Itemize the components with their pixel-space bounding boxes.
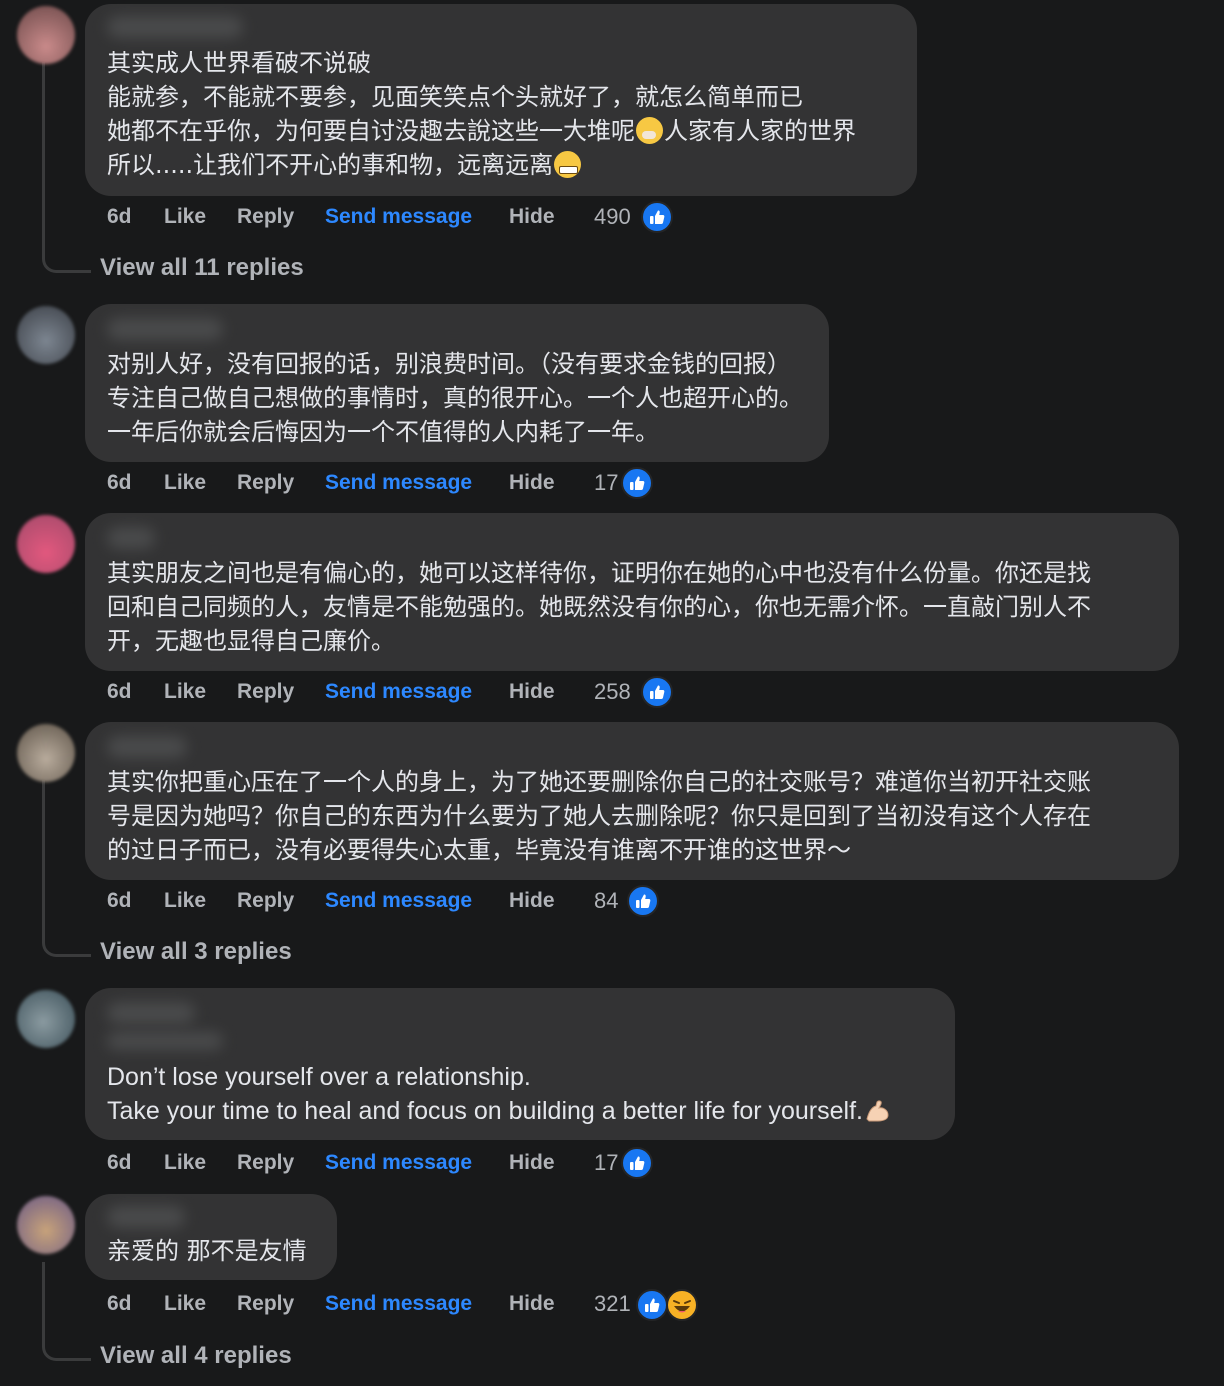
- comment-text: 所以.....让我们不开心的事和物，远离远离: [107, 148, 856, 182]
- like-reaction-icon[interactable]: [636, 1289, 668, 1321]
- reaction-count[interactable]: 490: [594, 204, 631, 230]
- hide-button[interactable]: Hide: [509, 889, 555, 913]
- avatar[interactable]: [17, 724, 75, 782]
- comment-text: 一年后你就会后悔因为一个不值得的人内耗了一年。: [107, 418, 659, 446]
- reaction-count[interactable]: 84: [594, 888, 618, 914]
- hide-button[interactable]: Hide: [509, 471, 555, 495]
- hide-button[interactable]: Hide: [509, 205, 555, 229]
- reaction-count[interactable]: 258: [594, 679, 631, 705]
- reply-thread-line: [42, 62, 91, 273]
- like-reaction-icon[interactable]: [627, 885, 659, 917]
- comment-bubble: Don’t lose yourself over a relationship.…: [85, 988, 955, 1140]
- comment-text: 专注自己做自己想做的事情时，真的很开心。一个人也超开心的。: [107, 384, 803, 412]
- timestamp[interactable]: 6d: [107, 889, 132, 913]
- reply-button[interactable]: Reply: [237, 1292, 294, 1316]
- reaction-count[interactable]: 17: [594, 1150, 618, 1176]
- comment-bubble: 亲爱的 那不是友情: [85, 1194, 337, 1280]
- haha-reaction-icon[interactable]: [666, 1289, 698, 1321]
- comment-text: 的过日子而已，没有必要得失心太重，毕竟没有谁离不开谁的这世界～: [107, 836, 851, 864]
- reply-button[interactable]: Reply: [237, 680, 294, 704]
- send-message-button[interactable]: Send message: [325, 889, 472, 913]
- comment-text: 号是因为她吗？你自己的东西为什么要为了她人去删除呢？你只是回到了当初没有这个人存…: [107, 802, 1091, 830]
- comment-actions: 6d Like Reply Send message Hide 84: [107, 886, 707, 916]
- avatar[interactable]: [17, 515, 75, 573]
- reaction-count[interactable]: 321: [594, 1291, 631, 1317]
- comment-text: 亲爱的 那不是友情: [107, 1237, 307, 1265]
- comment-text: 其实朋友之间也是有偏心的，她可以这样待你，证明你在她的心中也没有什么份量。你还是…: [107, 559, 1091, 587]
- avatar[interactable]: [17, 990, 75, 1048]
- comment-actions: 6d Like Reply Send message Hide 17: [107, 1148, 707, 1178]
- comment-text: 开，无趣也显得自己廉价。: [107, 627, 395, 655]
- send-message-button[interactable]: Send message: [325, 1292, 472, 1316]
- like-reaction-icon[interactable]: [621, 467, 653, 499]
- hide-button[interactable]: Hide: [509, 680, 555, 704]
- author-name[interactable]: [107, 16, 243, 38]
- comment-actions: 6d Like Reply Send message Hide 321: [107, 1289, 707, 1319]
- reaction-count[interactable]: 17: [594, 470, 618, 496]
- comment-actions: 6d Like Reply Send message Hide 490: [107, 202, 707, 232]
- avatar[interactable]: [17, 6, 75, 64]
- comment-bubble: 对别人好，没有回报的话，别浪费时间。（没有要求金钱的回报） 专注自己做自己想做的…: [85, 304, 829, 462]
- hide-button[interactable]: Hide: [509, 1151, 555, 1175]
- reply-button[interactable]: Reply: [237, 1151, 294, 1175]
- timestamp[interactable]: 6d: [107, 1292, 132, 1316]
- like-reaction-icon[interactable]: [641, 676, 673, 708]
- comment-actions: 6d Like Reply Send message Hide 258: [107, 677, 707, 707]
- hide-button[interactable]: Hide: [509, 1292, 555, 1316]
- comment-bubble: 其实朋友之间也是有偏心的，她可以这样待你，证明你在她的心中也没有什么份量。你还是…: [85, 513, 1179, 671]
- timestamp[interactable]: 6d: [107, 680, 132, 704]
- like-button[interactable]: Like: [164, 680, 206, 704]
- comment-text: 能就参，不能就不要参，见面笑笑点个头就好了，就怎么简单而已: [107, 83, 803, 111]
- comment-text: 回和自己同频的人，友情是不能勉强的。她既然没有你的心，你也无需介怀。一直敲门别人…: [107, 593, 1091, 621]
- view-replies-link[interactable]: View all 3 replies: [100, 938, 292, 966]
- timestamp[interactable]: 6d: [107, 205, 132, 229]
- like-button[interactable]: Like: [164, 889, 206, 913]
- like-button[interactable]: Like: [164, 1151, 206, 1175]
- author-name[interactable]: [107, 1206, 185, 1228]
- avatar[interactable]: [17, 306, 75, 364]
- view-replies-link[interactable]: View all 4 replies: [100, 1342, 292, 1370]
- comment-text: 她都不在乎你，为何要自讨没趣去說这些一大堆呢 人家有人家的世界: [107, 117, 856, 145]
- avatar[interactable]: [17, 1196, 75, 1254]
- flexed-biceps-icon: [864, 1097, 891, 1124]
- view-replies-link[interactable]: View all 11 replies: [100, 254, 304, 282]
- grimacing-face-icon: [554, 151, 582, 178]
- author-subtitle: [107, 1032, 223, 1050]
- comment-text: 其实你把重心压在了一个人的身上，为了她还要删除你自己的社交账号？难道你当初开社交…: [107, 768, 1091, 796]
- send-message-button[interactable]: Send message: [325, 471, 472, 495]
- author-name[interactable]: [107, 527, 155, 549]
- send-message-button[interactable]: Send message: [325, 680, 472, 704]
- like-button[interactable]: Like: [164, 205, 206, 229]
- comment-text: Don’t lose yourself over a relationship.: [107, 1063, 531, 1091]
- comment-text: 对别人好，没有回报的话，别浪费时间。（没有要求金钱的回报）: [107, 350, 791, 378]
- like-reaction-icon[interactable]: [641, 201, 673, 233]
- author-name[interactable]: [107, 318, 223, 340]
- comment-bubble: 其实你把重心压在了一个人的身上，为了她还要删除你自己的社交账号？难道你当初开社交…: [85, 722, 1179, 880]
- comment-bubble: 其实成人世界看破不说破 能就参，不能就不要参，见面笑笑点个头就好了，就怎么简单而…: [85, 4, 917, 196]
- comment-actions: 6d Like Reply Send message Hide 17: [107, 468, 707, 498]
- send-message-button[interactable]: Send message: [325, 205, 472, 229]
- timestamp[interactable]: 6d: [107, 471, 132, 495]
- author-name[interactable]: [107, 1002, 195, 1024]
- reply-thread-line: [42, 780, 91, 957]
- reply-thread-line: [42, 1262, 91, 1361]
- reply-button[interactable]: Reply: [237, 205, 294, 229]
- reply-button[interactable]: Reply: [237, 471, 294, 495]
- reply-button[interactable]: Reply: [237, 889, 294, 913]
- like-reaction-icon[interactable]: [621, 1147, 653, 1179]
- face-with-hand-over-mouth-icon: [636, 117, 663, 144]
- send-message-button[interactable]: Send message: [325, 1151, 472, 1175]
- like-button[interactable]: Like: [164, 1292, 206, 1316]
- comment-text: 其实成人世界看破不说破: [107, 49, 371, 77]
- author-name[interactable]: [107, 736, 187, 758]
- timestamp[interactable]: 6d: [107, 1151, 132, 1175]
- like-button[interactable]: Like: [164, 471, 206, 495]
- comment-text: Take your time to heal and focus on buil…: [107, 1094, 892, 1128]
